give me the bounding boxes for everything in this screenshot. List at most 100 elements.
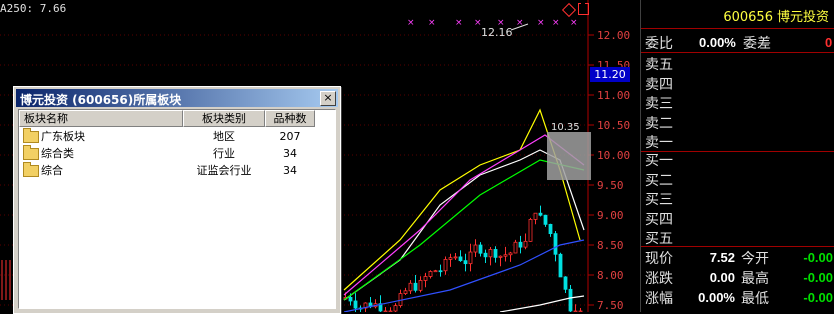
candle bbox=[508, 252, 513, 256]
list-item[interactable]: 综合 证监会行业 34 bbox=[19, 162, 335, 179]
stat-value: 7.52 bbox=[709, 250, 735, 265]
close-button[interactable]: × bbox=[320, 91, 336, 106]
dialog-titlebar[interactable]: 博元投资 (600656)所属板块 × bbox=[16, 89, 338, 107]
bid-level-label: 买二 bbox=[645, 172, 673, 189]
axis-tick-label: 8.50 bbox=[597, 239, 624, 252]
candle bbox=[348, 297, 353, 302]
candle bbox=[458, 256, 463, 262]
sector-type: 证监会行业 bbox=[196, 164, 252, 177]
bid-level-label: 买一 bbox=[645, 153, 673, 169]
axis-tick-label: 12.00 bbox=[597, 29, 630, 42]
candle bbox=[413, 282, 418, 291]
stat-value: 0.00% bbox=[698, 290, 735, 305]
candle bbox=[433, 270, 438, 273]
candle bbox=[548, 223, 553, 235]
column-count[interactable]: 品种数 bbox=[265, 110, 315, 127]
candle bbox=[453, 256, 458, 259]
weibi-value: 0.00% bbox=[699, 35, 736, 50]
signal-marker: × bbox=[455, 18, 463, 28]
candle bbox=[423, 276, 428, 281]
folder-icon bbox=[23, 128, 39, 143]
candle bbox=[518, 241, 523, 248]
stat-label: 涨跌 bbox=[645, 271, 673, 287]
axis-tick-label: 10.50 bbox=[597, 119, 630, 132]
list-item[interactable]: 综合类 行业 34 bbox=[19, 145, 335, 162]
candle bbox=[463, 260, 468, 265]
candle bbox=[468, 251, 473, 265]
stat-label: 现价 bbox=[645, 251, 673, 267]
sector-list[interactable]: 板块名称 板块类别 品种数 广东板块 地区 207 综合类 行业 34 综合 证监会行业 34 bbox=[18, 109, 336, 309]
candle bbox=[538, 212, 543, 216]
ma-line-yellow bbox=[343, 108, 581, 291]
column-sector-name[interactable]: 板块名称 bbox=[19, 110, 183, 127]
bid-level-label: 买三 bbox=[645, 192, 673, 208]
divider bbox=[641, 28, 834, 29]
column-sector-type[interactable]: 板块类别 bbox=[183, 110, 265, 127]
divider bbox=[641, 246, 834, 247]
candle bbox=[418, 280, 423, 291]
list-header: 板块名称 板块类别 品种数 bbox=[19, 110, 335, 127]
stat-value: 0.00 bbox=[709, 270, 735, 285]
stat-label: 最低 bbox=[741, 291, 769, 307]
axis-tick-label: 8.00 bbox=[597, 269, 624, 282]
ask-level-label: 卖三 bbox=[645, 96, 673, 112]
signal-marker: × bbox=[570, 18, 578, 28]
signal-marker: × bbox=[552, 18, 560, 28]
stock-header: 600656 博元投资 bbox=[641, 6, 834, 25]
axis-tick-label: 10.00 bbox=[597, 149, 630, 162]
price-marker-label: 10.35 bbox=[551, 122, 580, 133]
weicha-label: 委差 bbox=[743, 36, 771, 52]
stock-code: 600656 bbox=[723, 10, 773, 25]
weibi-label: 委比 bbox=[645, 36, 673, 52]
stat-label: 最高 bbox=[741, 271, 769, 287]
candle bbox=[563, 276, 568, 290]
axis-tick-label: 11.00 bbox=[597, 89, 630, 102]
folder-icon bbox=[23, 162, 39, 177]
dialog-title: 博元投资 (600656)所属板块 bbox=[20, 93, 182, 107]
candle bbox=[478, 244, 483, 254]
ask-level-label: 卖二 bbox=[645, 115, 673, 132]
quote-panel: 600656 博元投资 委比 0.00% 委差 0 卖五 卖四 卖三 卖二 卖一 买一 买二… bbox=[640, 0, 834, 312]
axis-tick-label: 9.50 bbox=[597, 179, 624, 192]
list-item[interactable]: 广东板块 地区 207 bbox=[19, 128, 335, 145]
sector-count: 34 bbox=[283, 164, 297, 177]
stat-value: -0.00 bbox=[803, 270, 833, 285]
candle bbox=[558, 253, 563, 278]
candle bbox=[568, 288, 573, 312]
candle bbox=[523, 240, 528, 248]
consolidation-box bbox=[547, 132, 591, 180]
candle bbox=[428, 271, 433, 277]
candle bbox=[493, 249, 498, 258]
stock-name: 博元投资 bbox=[776, 10, 829, 25]
candle bbox=[438, 270, 443, 273]
candle bbox=[483, 252, 488, 258]
weicha-value: 0 bbox=[825, 35, 833, 50]
stat-value: -0.00 bbox=[803, 290, 833, 305]
current-price-marker: 11.20 bbox=[590, 67, 630, 82]
stat-label: 涨幅 bbox=[645, 291, 673, 307]
axis-tick-label: 7.50 bbox=[597, 299, 624, 312]
sector-type: 地区 bbox=[213, 130, 235, 143]
axis-tick-label: 9.00 bbox=[597, 209, 624, 222]
candle bbox=[403, 290, 408, 294]
sector-name: 广东板块 bbox=[41, 130, 85, 143]
candle bbox=[553, 233, 558, 255]
signal-marker: × bbox=[474, 18, 482, 28]
sector-dialog[interactable]: 博元投资 (600656)所属板块 × 板块名称 板块类别 品种数 广东板块 地区… bbox=[13, 86, 341, 314]
candle bbox=[448, 257, 453, 260]
candle bbox=[503, 254, 508, 257]
candle bbox=[513, 241, 518, 254]
sector-type: 行业 bbox=[213, 147, 235, 160]
ma-line-green bbox=[343, 159, 585, 301]
candle bbox=[408, 282, 413, 292]
stat-value: -0.00 bbox=[803, 250, 833, 265]
candle bbox=[533, 212, 538, 220]
sector-name: 综合 bbox=[41, 164, 63, 177]
window-icon[interactable] bbox=[578, 3, 589, 15]
ma250-label: A250: 7.66 bbox=[0, 2, 67, 15]
divider bbox=[641, 52, 834, 53]
sector-count: 34 bbox=[283, 147, 297, 160]
signal-marker: × bbox=[537, 18, 545, 28]
candle bbox=[443, 258, 448, 272]
sector-name: 综合类 bbox=[41, 147, 74, 160]
